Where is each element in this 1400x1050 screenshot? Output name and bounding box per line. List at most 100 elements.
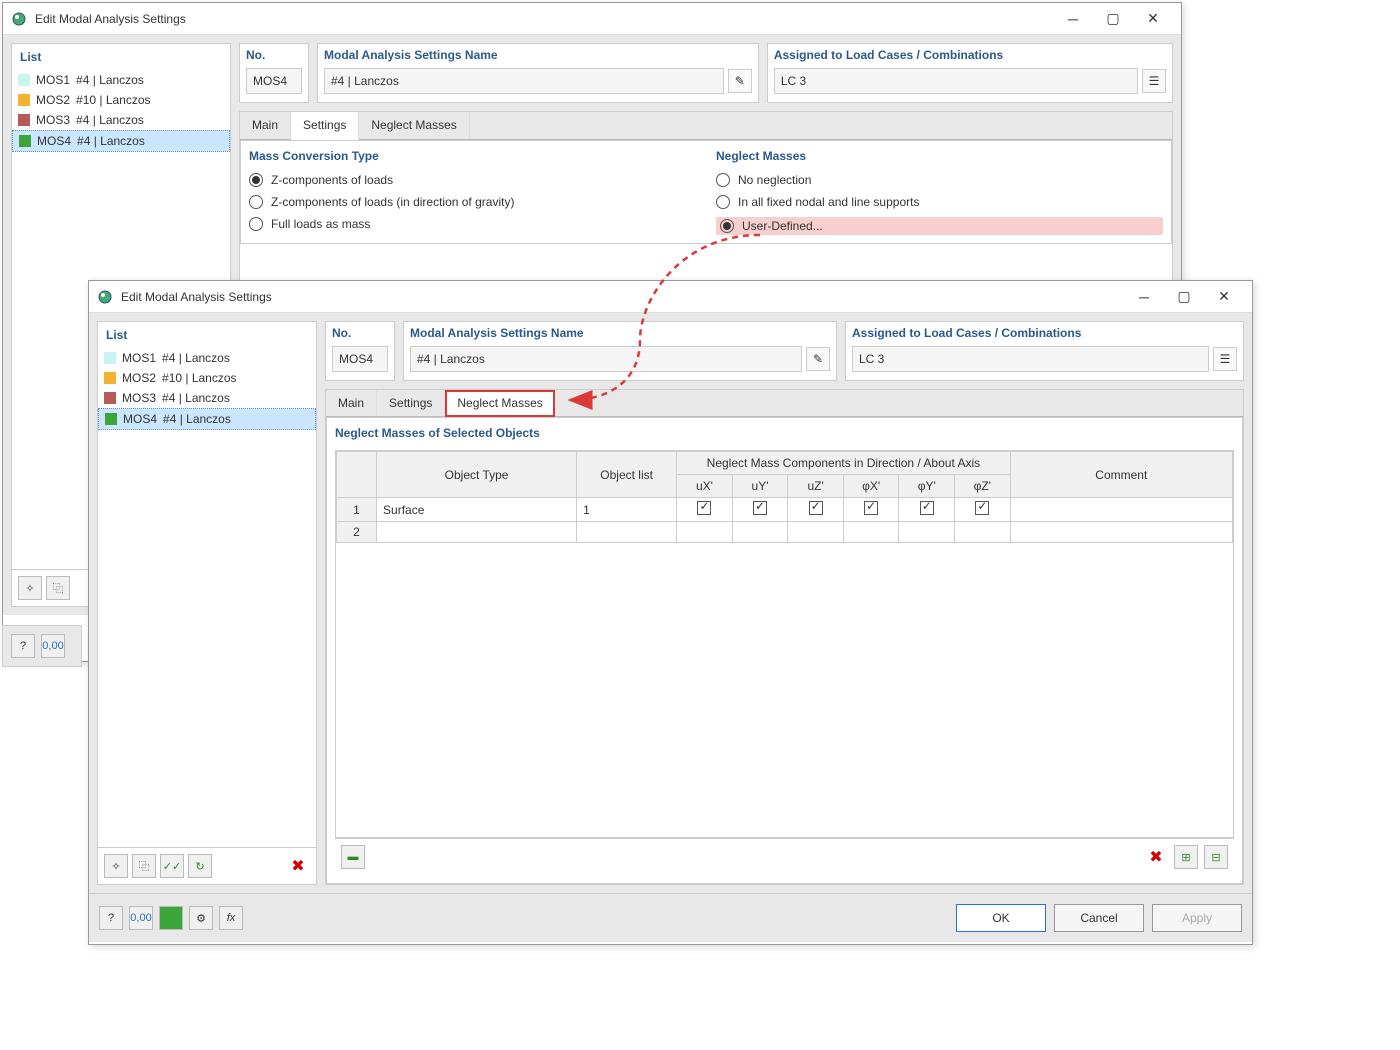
checkbox-phiy[interactable] [920,501,934,515]
th-phix: φX' [843,475,899,498]
assigned-picker-icon[interactable]: ☰ [1213,347,1237,371]
assigned-label: Assigned to Load Cases / Combinations [774,48,1166,62]
checkbox-uz[interactable] [809,501,823,515]
apply-button[interactable]: Apply [1152,904,1242,932]
th-object-type: Object Type [377,452,577,498]
close-button[interactable]: ✕ [1204,283,1244,311]
name-label: Modal Analysis Settings Name [324,48,752,62]
tab-neglect-masses[interactable]: Neglect Masses [445,390,554,417]
checkbox-phiz[interactable] [975,501,989,515]
no-label: No. [246,48,302,62]
new-icon[interactable]: ✧ [104,854,128,878]
checkbox-uy[interactable] [753,501,767,515]
ok-button[interactable]: OK [956,904,1046,932]
cancel-button[interactable]: Cancel [1054,904,1144,932]
neglect-masses-table: Object Type Object list Neglect Mass Com… [336,451,1233,543]
tab-neglect-masses[interactable]: Neglect Masses [359,112,469,139]
close-button[interactable]: ✕ [1133,5,1173,33]
titlebar-1: Edit Modal Analysis Settings ─ ▢ ✕ [3,3,1181,35]
name-field[interactable]: #4 | Lanczos [324,68,724,94]
help-icon[interactable]: ? [99,906,123,930]
help-icon[interactable]: ? [11,634,35,658]
list-item-selected[interactable]: MOS4#4 | Lanczos [98,408,316,430]
list-item[interactable]: MOS1#4 | Lanczos [98,348,316,368]
checkbox-phix[interactable] [864,501,878,515]
maximize-button[interactable]: ▢ [1093,5,1133,33]
neglect-section-title: Neglect Masses [716,149,1163,163]
color-icon[interactable] [159,906,183,930]
cell-comment[interactable] [1010,522,1232,543]
cell-list[interactable]: 1 [577,498,677,522]
list-item[interactable]: MOS1#4 | Lanczos [12,70,230,90]
window-title-1: Edit Modal Analysis Settings [35,12,1053,26]
list-panel-2: List MOS1#4 | Lanczos MOS2#10 | Lanczos … [97,321,317,885]
th-comment: Comment [1010,452,1232,498]
tab-settings[interactable]: Settings [377,390,445,416]
cell-list[interactable] [577,522,677,543]
list-item[interactable]: MOS3#4 | Lanczos [98,388,316,408]
app-icon [11,11,27,27]
assigned-picker-icon[interactable]: ☰ [1142,69,1166,93]
window-title-2: Edit Modal Analysis Settings [121,290,1124,304]
list-item[interactable]: MOS2#10 | Lanczos [98,368,316,388]
list-item-selected[interactable]: MOS4#4 | Lanczos [12,130,230,152]
copy-icon[interactable]: ⿻ [132,854,156,878]
tool-icon[interactable]: ⚙ [189,906,213,930]
tab-main[interactable]: Main [240,112,291,139]
maximize-button[interactable]: ▢ [1164,283,1204,311]
table-delete-icon[interactable]: ✖ [1144,845,1168,869]
cell-type[interactable] [377,522,577,543]
th-ux: uX' [677,475,733,498]
th-uz: uZ' [788,475,844,498]
list-item[interactable]: MOS3#4 | Lanczos [12,110,230,130]
table-tool-icon[interactable]: ▬ [341,845,365,869]
radio-no-neglection[interactable]: No neglection [716,173,1163,187]
app-icon [97,289,113,305]
refresh-icon[interactable]: ↻ [188,854,212,878]
list-header-1: List [12,44,230,70]
th-phiz: φZ' [955,475,1011,498]
assigned-field[interactable]: LC 3 [852,346,1209,372]
tab-settings[interactable]: Settings [291,112,359,140]
radio-z-components-gravity[interactable]: Z-components of loads (in direction of g… [249,195,696,209]
name-field[interactable]: #4 | Lanczos [410,346,802,372]
assigned-field[interactable]: LC 3 [774,68,1138,94]
no-field[interactable]: MOS4 [246,68,302,94]
decimals-icon[interactable]: 0,00 [41,634,65,658]
fx-icon[interactable]: fx [219,906,243,930]
cell-type[interactable]: Surface [377,498,577,522]
th-object-list: Object list [577,452,677,498]
table-section-title: Neglect Masses of Selected Objects [335,426,1234,440]
minimize-button[interactable]: ─ [1053,5,1093,33]
excel-export-icon[interactable]: ⊞ [1174,845,1198,869]
check-icon[interactable]: ✓✓ [160,854,184,878]
titlebar-2: Edit Modal Analysis Settings ─ ▢ ✕ [89,281,1252,313]
radio-z-components[interactable]: Z-components of loads [249,173,696,187]
th-group: Neglect Mass Components in Direction / A… [677,452,1010,475]
radio-user-defined[interactable]: User-Defined... [716,217,1163,235]
radio-full-loads[interactable]: Full loads as mass [249,217,696,231]
window-front: Edit Modal Analysis Settings ─ ▢ ✕ List … [88,280,1253,945]
edit-name-icon[interactable]: ✎ [728,69,752,93]
list-item[interactable]: MOS2#10 | Lanczos [12,90,230,110]
excel-import-icon[interactable]: ⊟ [1204,845,1228,869]
delete-icon[interactable]: ✖ [286,854,310,878]
tab-main[interactable]: Main [326,390,377,416]
copy-icon[interactable]: ⿻ [46,576,70,600]
name-label: Modal Analysis Settings Name [410,326,830,340]
list-header-2: List [98,322,316,348]
edit-name-icon[interactable]: ✎ [806,347,830,371]
mass-section-title: Mass Conversion Type [249,149,696,163]
radio-fixed-supports[interactable]: In all fixed nodal and line supports [716,195,1163,209]
minimize-button[interactable]: ─ [1124,283,1164,311]
new-icon[interactable]: ✧ [18,576,42,600]
checkbox-ux[interactable] [697,501,711,515]
decimals-icon[interactable]: 0,00 [129,906,153,930]
table-row[interactable]: 2 [337,522,1233,543]
th-phiy: φY' [899,475,955,498]
no-field[interactable]: MOS4 [332,346,388,372]
cell-comment[interactable] [1010,498,1232,522]
no-label: No. [332,326,388,340]
th-uy: uY' [732,475,788,498]
table-row[interactable]: 1 Surface 1 [337,498,1233,522]
